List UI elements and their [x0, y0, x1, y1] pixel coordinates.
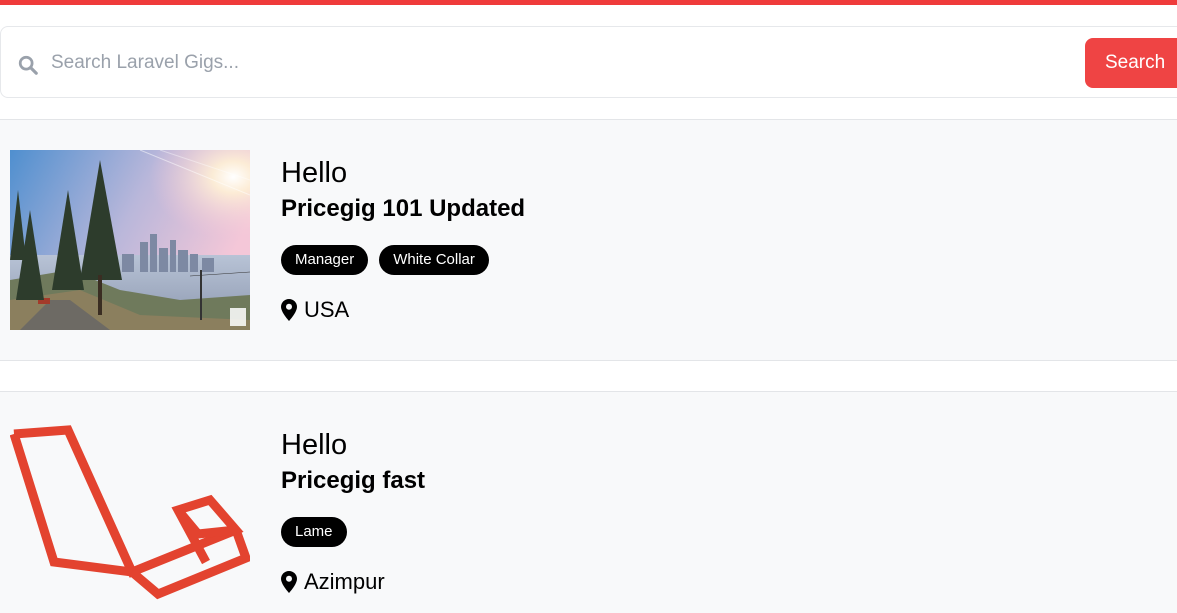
gig-company: Hello [281, 429, 348, 461]
search-button[interactable]: Search [1085, 38, 1177, 88]
gig-info: Hello Pricegig fast Lame Azimpur [281, 428, 425, 595]
laravel-logo-icon [10, 425, 250, 600]
gig-card: Hello Pricegig fast Lame Azimpur [0, 391, 1177, 613]
gig-image[interactable] [10, 150, 250, 330]
tag-lame[interactable]: Lame [281, 517, 347, 547]
gig-image[interactable] [10, 422, 250, 602]
gig-title[interactable]: Pricegig fast [281, 466, 425, 496]
gig-title[interactable]: Pricegig 101 Updated [281, 194, 525, 224]
location-pin-icon [281, 299, 297, 321]
tag-manager[interactable]: Manager [281, 245, 369, 275]
gig-location: USA [281, 297, 525, 323]
gig-tags: Lame [281, 517, 425, 547]
location-text: USA [304, 297, 350, 322]
gig-company: Hello [281, 157, 348, 189]
gig-tags: Manager White Collar [281, 245, 525, 275]
search-icon [18, 55, 38, 75]
search-form: Search [0, 26, 1177, 98]
gig-location: Azimpur [281, 569, 425, 595]
tag-white-collar[interactable]: White Collar [379, 245, 489, 275]
search-input[interactable] [51, 45, 1051, 81]
top-accent-bar [0, 0, 1177, 5]
location-pin-icon [281, 571, 297, 593]
gig-info: Hello Pricegig 101 Updated Manager White… [281, 156, 525, 323]
gig-card: Hello Pricegig 101 Updated Manager White… [0, 119, 1177, 361]
location-text: Azimpur [304, 569, 385, 594]
